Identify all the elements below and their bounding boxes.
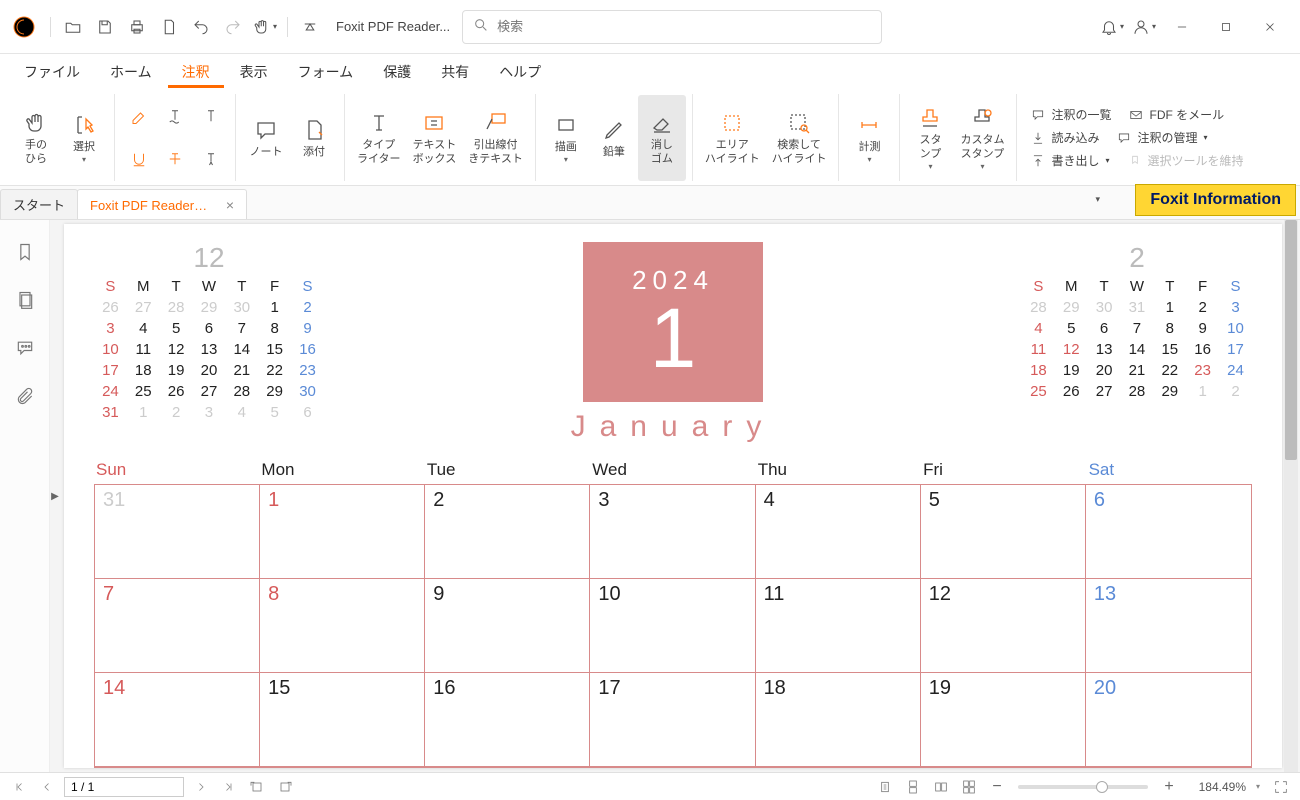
user-icon[interactable]: ▾ xyxy=(1128,11,1160,43)
vertical-scrollbar[interactable] xyxy=(1284,220,1298,772)
title-bar: ▾ Foxit PDF Reader... ▾ ▾ xyxy=(0,0,1300,54)
menu-フォーム[interactable]: フォーム xyxy=(284,56,368,88)
zoom-value[interactable]: 184.49% xyxy=(1186,780,1246,794)
print-icon[interactable] xyxy=(121,11,153,43)
fullscreen-icon[interactable] xyxy=(1270,776,1292,798)
import-button[interactable]: 読み込み xyxy=(1031,129,1099,146)
mini-calendar-next: 2 SMTWTFS2829303112345678910111213141516… xyxy=(1022,242,1252,402)
foxit-info-badge[interactable]: Foxit Information xyxy=(1135,184,1296,216)
save-icon[interactable] xyxy=(89,11,121,43)
underline-tool[interactable] xyxy=(125,146,153,172)
strikeout-tool[interactable] xyxy=(161,146,189,172)
menu-ホーム[interactable]: ホーム xyxy=(96,56,166,88)
page-icon[interactable] xyxy=(153,11,185,43)
replace-text-tool[interactable] xyxy=(197,103,225,129)
zoom-in-icon[interactable]: + xyxy=(1158,776,1180,798)
menu-bar: ファイルホーム注釈表示フォーム保護共有ヘルプ xyxy=(0,54,1300,90)
keep-tool-button[interactable]: 選択ツールを維持 xyxy=(1128,152,1244,169)
select-tool[interactable]: 選択▾ xyxy=(60,95,108,181)
eraser-tool[interactable]: 消し ゴム xyxy=(638,95,686,181)
close-button[interactable] xyxy=(1248,11,1292,43)
menu-保護[interactable]: 保護 xyxy=(369,56,425,88)
tab-document[interactable]: Foxit PDF Readerで...× xyxy=(77,189,247,219)
tab-overflow-icon[interactable]: ▾ xyxy=(1095,194,1100,205)
rotate-cw-icon[interactable] xyxy=(274,776,296,798)
highlight-tool[interactable] xyxy=(125,103,153,129)
squiggly-tool[interactable] xyxy=(161,103,189,129)
document-tab-bar: スタート Foxit PDF Readerで...× ▾ Foxit Infor… xyxy=(0,186,1300,220)
maximize-button[interactable] xyxy=(1204,11,1248,43)
first-page-icon[interactable] xyxy=(8,776,30,798)
mini-calendar-prev: 12 SMTWTFS262728293012345678910111213141… xyxy=(94,242,324,423)
search-icon xyxy=(473,17,489,36)
pencil-tool[interactable]: 鉛筆 xyxy=(590,95,638,181)
menu-注釈[interactable]: 注釈 xyxy=(168,56,224,88)
side-panel xyxy=(0,220,50,772)
main-calendar: SunMonTueWedThuFriSat 311234567891011121… xyxy=(94,458,1252,768)
custom-stamp-tool[interactable]: カスタム スタンプ▾ xyxy=(954,95,1010,181)
draw-tool[interactable]: 描画▾ xyxy=(542,95,590,181)
collapse-sidebar-icon[interactable]: ▶ xyxy=(50,220,60,772)
view-single-icon[interactable] xyxy=(874,776,896,798)
next-page-icon[interactable] xyxy=(190,776,212,798)
close-tab-icon[interactable]: × xyxy=(226,197,234,213)
zoom-out-icon[interactable]: − xyxy=(986,776,1008,798)
month-header: 2024 1 January xyxy=(571,242,776,444)
prev-page-icon[interactable] xyxy=(36,776,58,798)
textbox-tool[interactable]: テキスト ボックス xyxy=(407,95,463,181)
minimize-button[interactable] xyxy=(1160,11,1204,43)
menu-表示[interactable]: 表示 xyxy=(226,56,282,88)
view-continuous-facing-icon[interactable] xyxy=(958,776,980,798)
attach-tool[interactable]: 添付 xyxy=(290,95,338,181)
insert-text-tool[interactable] xyxy=(197,146,225,172)
note-tool[interactable]: ノート xyxy=(242,95,290,181)
view-continuous-icon[interactable] xyxy=(902,776,924,798)
attachments-icon[interactable] xyxy=(11,382,39,410)
undo-icon[interactable] xyxy=(185,11,217,43)
open-icon[interactable] xyxy=(57,11,89,43)
comments-icon[interactable] xyxy=(11,334,39,362)
menu-ファイル[interactable]: ファイル xyxy=(10,56,94,88)
manage-comments-button[interactable]: 注釈の管理 ▾ xyxy=(1117,129,1207,146)
comments-list-button[interactable]: 注釈の一覧 xyxy=(1031,106,1111,123)
workspace: ▶ 12 SMTWTFS2627282930123456789101112131… xyxy=(0,220,1300,772)
area-highlight-tool[interactable]: エリア ハイライト xyxy=(699,95,766,181)
menu-共有[interactable]: 共有 xyxy=(427,56,483,88)
bookmark-icon[interactable] xyxy=(11,238,39,266)
view-facing-icon[interactable] xyxy=(930,776,952,798)
redo-icon[interactable] xyxy=(217,11,249,43)
search-input[interactable] xyxy=(497,19,871,34)
page-input[interactable] xyxy=(64,777,184,797)
canvas: ▶ 12 SMTWTFS2627282930123456789101112131… xyxy=(50,220,1300,772)
ribbon: 手の ひら 選択▾ ノート 添付 タイプ ライター テキスト ボックス 引出線付… xyxy=(0,90,1300,186)
search-highlight-tool[interactable]: 検索して ハイライト xyxy=(766,95,833,181)
bell-icon[interactable]: ▾ xyxy=(1096,11,1128,43)
pdf-page[interactable]: 12 SMTWTFS262728293012345678910111213141… xyxy=(64,224,1282,768)
tab-start[interactable]: スタート xyxy=(0,189,78,219)
status-bar: − + 184.49% ▾ xyxy=(0,772,1300,800)
zoom-slider[interactable] xyxy=(1018,785,1148,789)
typewriter-tool[interactable]: タイプ ライター xyxy=(351,95,407,181)
rotate-ccw-icon[interactable] xyxy=(246,776,268,798)
search-box[interactable] xyxy=(462,10,882,44)
hand-icon[interactable]: ▾ xyxy=(249,11,281,43)
window-title: Foxit PDF Reader... xyxy=(336,19,450,34)
stamp-tool[interactable]: スタ ンプ▾ xyxy=(906,95,954,181)
pages-icon[interactable] xyxy=(11,286,39,314)
callout-tool[interactable]: 引出線付 きテキスト xyxy=(462,95,529,181)
fdf-mail-button[interactable]: FDF をメール xyxy=(1129,106,1224,123)
export-button[interactable]: 書き出し ▾ xyxy=(1031,152,1109,169)
last-page-icon[interactable] xyxy=(218,776,240,798)
measure-tool[interactable]: 計測▾ xyxy=(845,95,893,181)
app-logo-icon xyxy=(12,15,36,39)
dropdown-icon[interactable] xyxy=(294,11,326,43)
menu-ヘルプ[interactable]: ヘルプ xyxy=(485,56,555,88)
hand-tool[interactable]: 手の ひら xyxy=(12,95,60,181)
